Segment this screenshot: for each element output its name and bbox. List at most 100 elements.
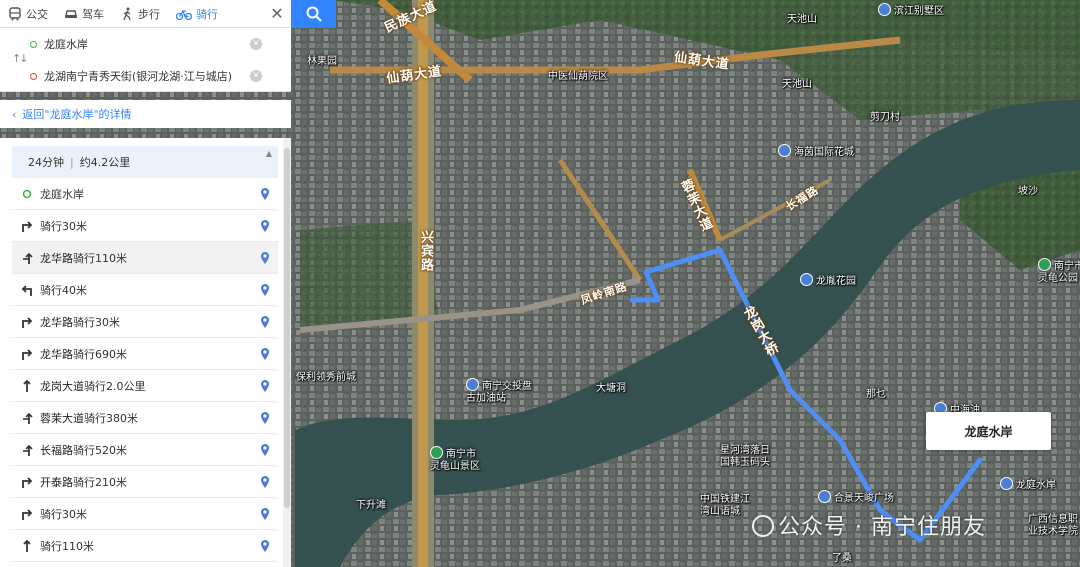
step-text: 骑行110米 [73, 251, 127, 265]
map-label: 滨江别墅区 [878, 3, 944, 18]
scrollbar[interactable] [283, 138, 291, 567]
straight-icon [20, 539, 34, 553]
map-label: 林果园 [307, 56, 337, 67]
step-text: 骑行40米 [40, 283, 87, 297]
location-pin-icon[interactable] [260, 251, 270, 265]
start-value: 龙庭水岸 [44, 38, 88, 51]
collapse-icon[interactable]: ▲ [266, 149, 272, 158]
walk-icon [123, 7, 131, 20]
car-icon [65, 9, 77, 18]
mode-bus[interactable]: 公交 [0, 0, 56, 28]
summary-separator: | [70, 155, 74, 169]
map-label: 海茵国际花城 [778, 144, 854, 159]
step-text: 骑行30米 [40, 219, 87, 233]
turn-right-icon [20, 507, 34, 521]
route-step[interactable]: 骑行110米 [12, 530, 278, 562]
step-road: 开泰路 [40, 475, 73, 489]
map-label: 中医仙葫院区 [548, 71, 608, 82]
map-label: 龙庭水岸 [1000, 477, 1056, 492]
location-pin-icon[interactable] [260, 507, 270, 521]
map-label: 下升滩 [356, 500, 386, 511]
back-link[interactable]: ‹ 返回"龙庭水岸"的详情 [0, 100, 291, 128]
road-label: 兴宾路 [418, 230, 433, 272]
map-label: 合景天峻广场 [818, 490, 894, 505]
step-road: 龙华路 [40, 251, 73, 265]
end-value: 龙湖南宁青秀天街(银河龙湖·江与城店) [44, 70, 233, 83]
map-label: 天池山 [782, 79, 812, 90]
watermark-text: 公众号 · 南宁住朋友 [778, 515, 986, 540]
search-button[interactable] [291, 0, 336, 28]
location-pin-icon[interactable] [260, 379, 270, 393]
turn-right-icon [20, 475, 34, 489]
end-field[interactable]: 龙湖南宁青秀天街(银河龙湖·江与城店) ✕ [30, 61, 262, 91]
route-summary[interactable]: 24分钟 | 约4.2公里 ▲ [12, 146, 278, 178]
step-road: 龙华路 [40, 347, 73, 361]
map-label: 了桑 [832, 553, 852, 564]
map-label: 坡沙 [1018, 186, 1038, 197]
map-label: 那乜 [866, 389, 886, 400]
start-field[interactable]: 龙庭水岸 ✕ [30, 29, 262, 59]
route-steps-panel: 24分钟 | 约4.2公里 ▲ 龙庭水岸 骑行30米 龙华路 骑行110米 骑行40米龙… [0, 138, 291, 567]
location-pin-icon[interactable] [260, 443, 270, 457]
mode-label: 骑行 [196, 7, 218, 21]
bus-icon [9, 6, 21, 20]
route-step[interactable]: 龙华路 骑行690米 [12, 338, 278, 370]
step-text: 骑行380米 [84, 411, 138, 425]
turn-left-up-icon [20, 443, 34, 457]
scroll-thumb[interactable] [284, 148, 290, 508]
location-pin-icon[interactable] [260, 187, 270, 201]
location-pin-icon[interactable] [260, 539, 270, 553]
route-step[interactable]: 龙庭水岸 [12, 178, 278, 210]
location-pin-icon[interactable] [260, 283, 270, 297]
location-pin-icon[interactable] [260, 315, 270, 329]
step-road: 龙华路 [40, 315, 73, 329]
travel-mode-bar: 公交 驾车 步行 骑行 ✕ [0, 0, 291, 28]
step-text: 骑行30米 [73, 315, 120, 329]
close-icon: ✕ [270, 4, 284, 23]
map-label: 天池山 [787, 14, 817, 25]
location-pin-icon[interactable] [260, 347, 270, 361]
turn-left-up-icon [20, 251, 34, 265]
route-step[interactable]: 开泰路 骑行210米 [12, 466, 278, 498]
turn-left-icon [20, 283, 34, 297]
step-text: 龙庭水岸 [40, 187, 84, 201]
step-text: 骑行210米 [73, 475, 127, 489]
turn-left-up-icon [20, 411, 34, 425]
start-dot-icon [20, 187, 34, 201]
route-inputs: 龙庭水岸 ✕ 龙湖南宁青秀天街(银河龙湖·江与城店) ✕ ↑↓ [0, 28, 291, 92]
start-dot-icon [30, 40, 37, 48]
step-text: 骑行2.0公里 [84, 379, 146, 393]
route-step[interactable]: 长福路 骑行520米 [12, 434, 278, 466]
mode-car[interactable]: 驾车 [56, 0, 112, 28]
step-text: 骑行690米 [73, 347, 127, 361]
turn-right-icon [20, 347, 34, 361]
mode-walk[interactable]: 步行 [112, 0, 168, 28]
route-step[interactable]: 龙华路 骑行30米 [12, 306, 278, 338]
mode-bike[interactable]: 骑行 [168, 0, 226, 28]
mode-label: 驾车 [82, 7, 104, 21]
location-pin-icon[interactable] [260, 411, 270, 425]
back-link-label: 返回"龙庭水岸"的详情 [22, 108, 132, 121]
location-pin-icon[interactable] [260, 475, 270, 489]
location-pin-icon[interactable] [260, 219, 270, 233]
step-text: 骑行520米 [73, 443, 127, 457]
route-step[interactable]: 骑行40米 [12, 274, 278, 306]
route-distance: 约4.2公里 [79, 156, 131, 169]
step-road: 长福路 [40, 443, 73, 457]
route-step[interactable]: 龙华路 骑行110米 [12, 242, 278, 274]
route-step[interactable]: 骑行30米 [12, 498, 278, 530]
step-road: 龙岗大道 [40, 379, 84, 393]
map-label: 大塘洞 [596, 383, 626, 394]
wechat-icon [752, 515, 774, 537]
clear-end-icon[interactable]: ✕ [250, 70, 262, 82]
map-label: 南宁交投盘古加油站 [466, 378, 536, 405]
clear-start-icon[interactable]: ✕ [250, 38, 262, 50]
swap-icon[interactable]: ↑↓ [12, 52, 29, 65]
end-dot-icon [30, 72, 37, 80]
straight-icon [20, 379, 34, 393]
route-step[interactable]: 骑行30米 [12, 210, 278, 242]
close-button[interactable]: ✕ [263, 0, 291, 28]
route-step[interactable]: 龙岗大道 骑行2.0公里 [12, 370, 278, 402]
route-step[interactable]: 蓉茉大道 骑行380米 [12, 402, 278, 434]
destination-popup[interactable]: 龙庭水岸 [926, 412, 1051, 450]
